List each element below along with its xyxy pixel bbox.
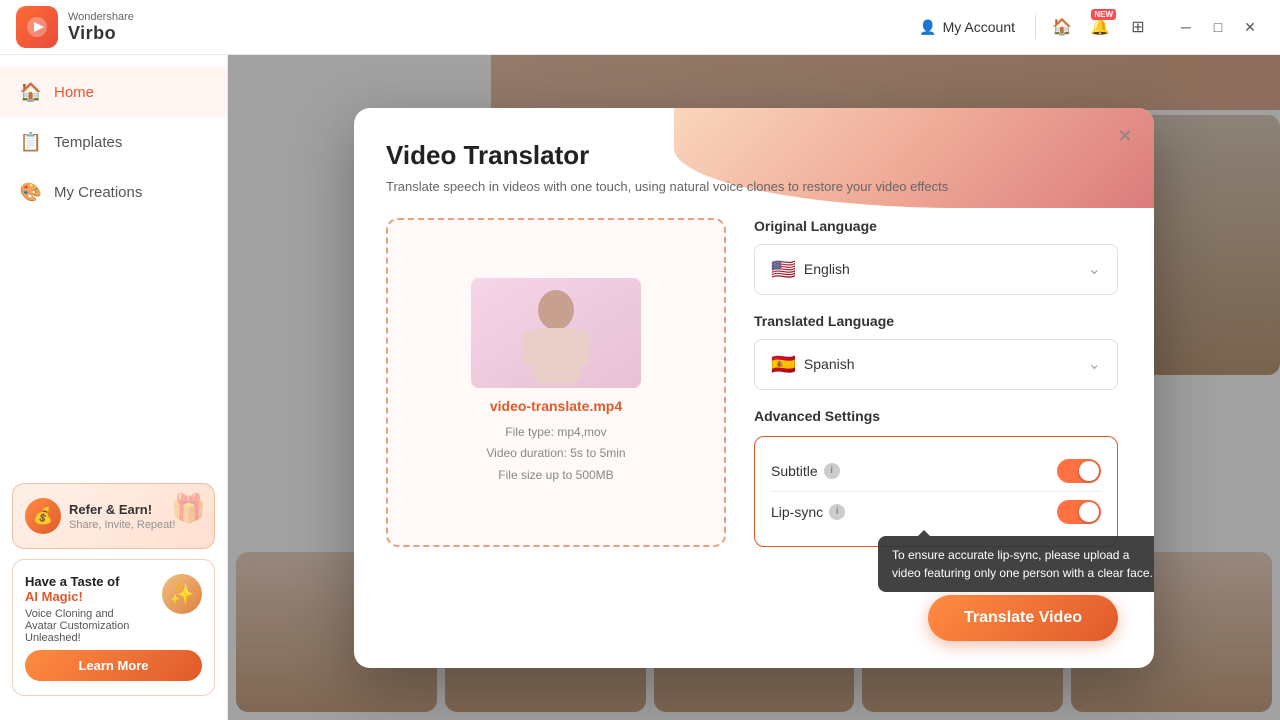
settings-panel: Original Language 🇺🇸 English ⌄ Tra: [754, 218, 1118, 547]
sidebar-item-home[interactable]: 🏠 Home: [0, 67, 227, 117]
promo-refer-avatar: 💰: [25, 498, 61, 534]
chevron-down-icon-2: ⌄: [1088, 354, 1101, 374]
promo-ai-body: Voice Cloning and Avatar Customization U…: [25, 608, 154, 644]
upload-info: File type: mp4,mov Video duration: 5s to…: [486, 422, 625, 487]
video-thumbnail: [471, 278, 641, 388]
lipsync-toggle[interactable]: [1057, 500, 1101, 524]
promo-refer-icon: 🎁: [171, 492, 206, 525]
subtitle-toggle[interactable]: [1057, 459, 1101, 483]
original-language-value: 🇺🇸 English: [771, 257, 850, 282]
title-bar-icons: 🏠 🔔 NEW ⊞: [1048, 13, 1152, 41]
sidebar-label-home: Home: [54, 84, 94, 101]
lipsync-text: Lip-sync: [771, 504, 823, 520]
upload-area[interactable]: video-translate.mp4 File type: mp4,mov V…: [386, 218, 726, 547]
modal-close-button[interactable]: ✕: [1110, 122, 1140, 152]
refresh-icon-btn[interactable]: 🔔 NEW: [1086, 13, 1114, 41]
duration-info: Video duration: 5s to 5min: [486, 443, 625, 465]
subtitle-label-area: Subtitle i: [771, 463, 840, 479]
promo-refer-subtitle: Share, Invite, Repeat!: [69, 519, 175, 531]
promo-ai-highlight: AI Magic!: [25, 589, 83, 604]
translated-language-label: Translated Language: [754, 313, 1118, 329]
lipsync-info-icon[interactable]: i: [829, 504, 845, 520]
sidebar-item-my-creations[interactable]: 🎨 My Creations: [0, 167, 227, 217]
divider: [1035, 15, 1036, 39]
sidebar: 🏠 Home 📋 Templates 🎨 My Creations 🎁 💰: [0, 55, 228, 720]
subtitle-text: Subtitle: [771, 463, 818, 479]
modal-subtitle: Translate speech in videos with one touc…: [386, 179, 1118, 194]
app-window: Wondershare Virbo 👤 My Account 🏠 🔔 NEW ⊞…: [0, 0, 1280, 720]
my-account-label: My Account: [943, 19, 1015, 35]
subtitle-info-icon[interactable]: i: [824, 463, 840, 479]
my-creations-icon: 🎨: [20, 181, 42, 203]
translate-video-button[interactable]: Translate Video: [928, 595, 1118, 641]
original-language-text: English: [804, 261, 850, 277]
promo-ai-icon: ✨: [162, 574, 202, 614]
logo-text: Wondershare Virbo: [68, 11, 134, 44]
chevron-down-icon: ⌄: [1088, 259, 1101, 279]
promo-ai-card: Have a Taste of AI Magic! Voice Cloning …: [12, 559, 215, 696]
translated-language-text: Spanish: [804, 356, 855, 372]
app-logo-icon: [16, 6, 58, 48]
settings-box: Subtitle i Lip-sync: [754, 436, 1118, 547]
modal-body: Video Translator Translate speech in vid…: [354, 108, 1154, 579]
title-bar-right: 👤 My Account 🏠 🔔 NEW ⊞ ─ □ ✕: [911, 13, 1264, 41]
promo-section: 🎁 💰 Refer & Earn! Share, Invite, Repeat!: [0, 471, 227, 708]
logo-area: Wondershare Virbo: [16, 6, 134, 48]
sidebar-label-templates: Templates: [54, 134, 122, 151]
video-file-name: video-translate.mp4: [490, 398, 622, 414]
translated-language-dropdown[interactable]: 🇪🇸 Spanish ⌄: [754, 339, 1118, 390]
file-type-info: File type: mp4,mov: [486, 422, 625, 444]
grid-icon-btn[interactable]: ⊞: [1124, 13, 1152, 41]
modal-columns: video-translate.mp4 File type: mp4,mov V…: [386, 218, 1118, 547]
original-language-dropdown[interactable]: 🇺🇸 English ⌄: [754, 244, 1118, 295]
modal-overlay: ✕ Video Translator Translate speech in v…: [228, 55, 1280, 720]
modal-footer: Translate Video: [354, 579, 1154, 668]
brand-top: Wondershare: [68, 11, 134, 23]
home-icon-btn[interactable]: 🏠: [1048, 13, 1076, 41]
translated-language-value: 🇪🇸 Spanish: [771, 352, 855, 377]
promo-ai-title: Have a Taste of AI Magic!: [25, 574, 154, 604]
sidebar-item-templates[interactable]: 📋 Templates: [0, 117, 227, 167]
main-content: 🏠 Home 📋 Templates 🎨 My Creations 🎁 💰: [0, 55, 1280, 720]
lipsync-row: Lip-sync i To ensure accurate lip-sync, …: [771, 491, 1101, 532]
advanced-settings-label: Advanced Settings: [754, 408, 1118, 424]
promo-refer-card: 🎁 💰 Refer & Earn! Share, Invite, Repeat!: [12, 483, 215, 549]
brand-bottom: Virbo: [68, 23, 134, 44]
translated-flag: 🇪🇸: [771, 352, 796, 377]
lipsync-label-area: Lip-sync i: [771, 504, 845, 520]
original-flag: 🇺🇸: [771, 257, 796, 282]
learn-more-button[interactable]: Learn More: [25, 650, 202, 681]
window-controls: ─ □ ✕: [1172, 13, 1264, 41]
lipsync-tooltip: To ensure accurate lip-sync, please uplo…: [878, 536, 1154, 592]
subtitle-row: Subtitle i: [771, 451, 1101, 491]
promo-refer-title: Refer & Earn!: [69, 502, 175, 517]
content-area: ✕ Video Translator Translate speech in v…: [228, 55, 1280, 720]
size-info: File size up to 500MB: [486, 465, 625, 487]
sidebar-label-my-creations: My Creations: [54, 184, 142, 201]
original-language-label: Original Language: [754, 218, 1118, 234]
my-account-button[interactable]: 👤 My Account: [911, 15, 1023, 40]
modal-title: Video Translator: [386, 140, 1118, 171]
title-bar: Wondershare Virbo 👤 My Account 🏠 🔔 NEW ⊞…: [0, 0, 1280, 55]
close-button[interactable]: ✕: [1236, 13, 1264, 41]
user-icon: 👤: [919, 19, 936, 36]
new-badge: NEW: [1091, 9, 1116, 20]
video-translator-modal: ✕ Video Translator Translate speech in v…: [354, 108, 1154, 668]
templates-icon: 📋: [20, 131, 42, 153]
minimize-button[interactable]: ─: [1172, 13, 1200, 41]
maximize-button[interactable]: □: [1204, 13, 1232, 41]
home-icon: 🏠: [20, 81, 42, 103]
